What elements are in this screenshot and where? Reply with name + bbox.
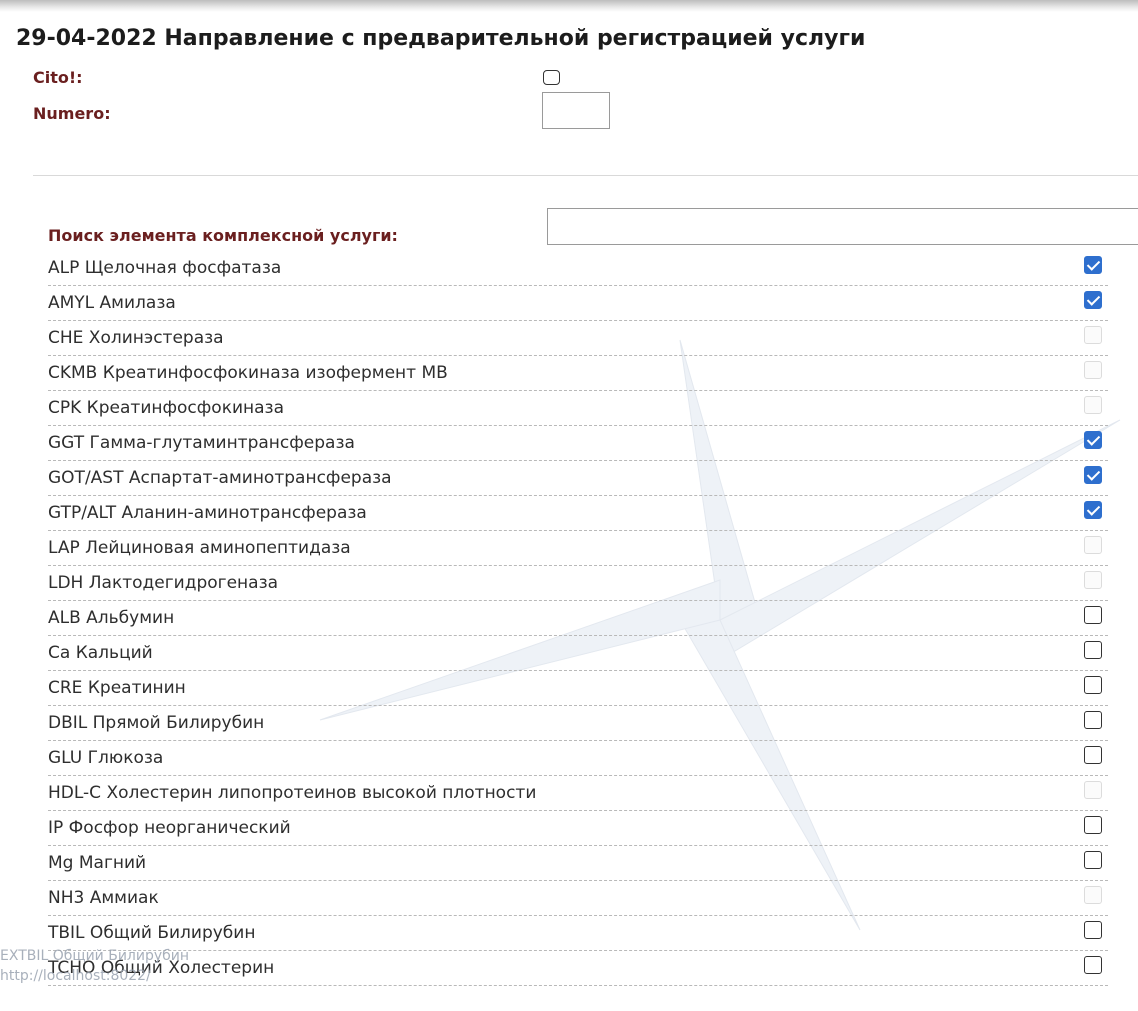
list-item: CPK Креатинфосфокиназа [48,391,1108,426]
service-items-list: ALP Щелочная фосфатаза AMYL Амилаза CHE … [48,251,1108,986]
list-item: HDL-C Холестерин липопротеинов высокой п… [48,776,1108,811]
item-checkbox[interactable] [1084,851,1102,869]
item-checkbox [1084,571,1102,589]
item-label: LDH Лактодегидрогеназа [48,573,279,593]
numero-input[interactable] [542,92,610,129]
list-item: GLU Глюкоза [48,741,1108,776]
item-label: TBIL Общий Билирубин [48,923,256,943]
item-checkbox[interactable] [1084,606,1102,624]
item-checkbox[interactable] [1084,711,1102,729]
cito-label: Cito!: [33,68,83,87]
list-item: TBIL Общий Билирубин [48,916,1108,951]
item-label: GGT Гамма-глутаминтрансфераза [48,433,355,453]
item-label: GLU Глюкоза [48,748,164,768]
top-shadow [0,0,1138,12]
overlay-line-2: http://localhost:8022/ [0,968,151,984]
item-checkbox[interactable] [1084,466,1102,484]
item-checkbox[interactable] [1084,746,1102,764]
item-label: NH3 Аммиак [48,888,159,908]
item-checkbox[interactable] [1084,676,1102,694]
item-label: CPK Креатинфосфокиназа [48,398,284,418]
item-label: GTP/ALT Аланин-аминотрансфераза [48,503,367,523]
search-input[interactable] [547,208,1138,245]
item-checkbox[interactable] [1084,256,1102,274]
numero-label: Numero: [33,104,111,123]
item-label: IP Фосфор неорганический [48,818,291,838]
item-checkbox [1084,886,1102,904]
item-label: CRE Креатинин [48,678,186,698]
item-checkbox[interactable] [1084,921,1102,939]
item-checkbox[interactable] [1084,956,1102,974]
item-checkbox [1084,781,1102,799]
status-url-overlay: EXTBIL Общий Билирубин http://localhost:… [0,946,189,986]
list-item: Ca Кальций [48,636,1108,671]
item-checkbox[interactable] [1084,816,1102,834]
item-label: CHE Холинэстераза [48,328,224,348]
section-divider [33,175,1138,176]
item-checkbox [1084,361,1102,379]
list-item: GOT/AST Аспартат-аминотрансфераза [48,461,1108,496]
item-label: LAP Лейциновая аминопептидаза [48,538,351,558]
page-title: 29-04-2022 Направление с предварительной… [16,26,866,51]
item-label: Ca Кальций [48,643,153,663]
item-label: DBIL Прямой Билирубин [48,713,265,733]
search-label: Поиск элемента комплексной услуги: [48,226,398,245]
list-item: LDH Лактодегидрогеназа [48,566,1108,601]
item-checkbox[interactable] [1084,431,1102,449]
item-checkbox[interactable] [1084,291,1102,309]
list-item: IP Фосфор неорганический [48,811,1108,846]
item-checkbox[interactable] [1084,641,1102,659]
list-item: TCHO Общий Холестерин [48,951,1108,986]
item-checkbox [1084,396,1102,414]
cito-checkbox[interactable] [543,70,560,85]
item-label: AMYL Амилаза [48,293,176,313]
list-item: GTP/ALT Аланин-аминотрансфераза [48,496,1108,531]
list-item: NH3 Аммиак [48,881,1108,916]
item-label: HDL-C Холестерин липопротеинов высокой п… [48,783,537,803]
list-item: LAP Лейциновая аминопептидаза [48,531,1108,566]
item-label: ALB Альбумин [48,608,175,628]
list-item: DBIL Прямой Билирубин [48,706,1108,741]
list-item: CKMB Креатинфосфокиназа изофермент MB [48,356,1108,391]
list-item: AMYL Амилаза [48,286,1108,321]
item-label: ALP Щелочная фосфатаза [48,258,282,278]
list-item: ALB Альбумин [48,601,1108,636]
item-checkbox [1084,326,1102,344]
item-checkbox[interactable] [1084,501,1102,519]
item-checkbox [1084,536,1102,554]
list-item: CRE Креатинин [48,671,1108,706]
overlay-line-1: EXTBIL Общий Билирубин [0,948,190,964]
item-label: Mg Магний [48,853,147,873]
item-label: GOT/AST Аспартат-аминотрансфераза [48,468,392,488]
list-item: ALP Щелочная фосфатаза [48,251,1108,286]
item-label: CKMB Креатинфосфокиназа изофермент MB [48,363,448,383]
list-item: CHE Холинэстераза [48,321,1108,356]
list-item: GGT Гамма-глутаминтрансфераза [48,426,1108,461]
list-item: Mg Магний [48,846,1108,881]
